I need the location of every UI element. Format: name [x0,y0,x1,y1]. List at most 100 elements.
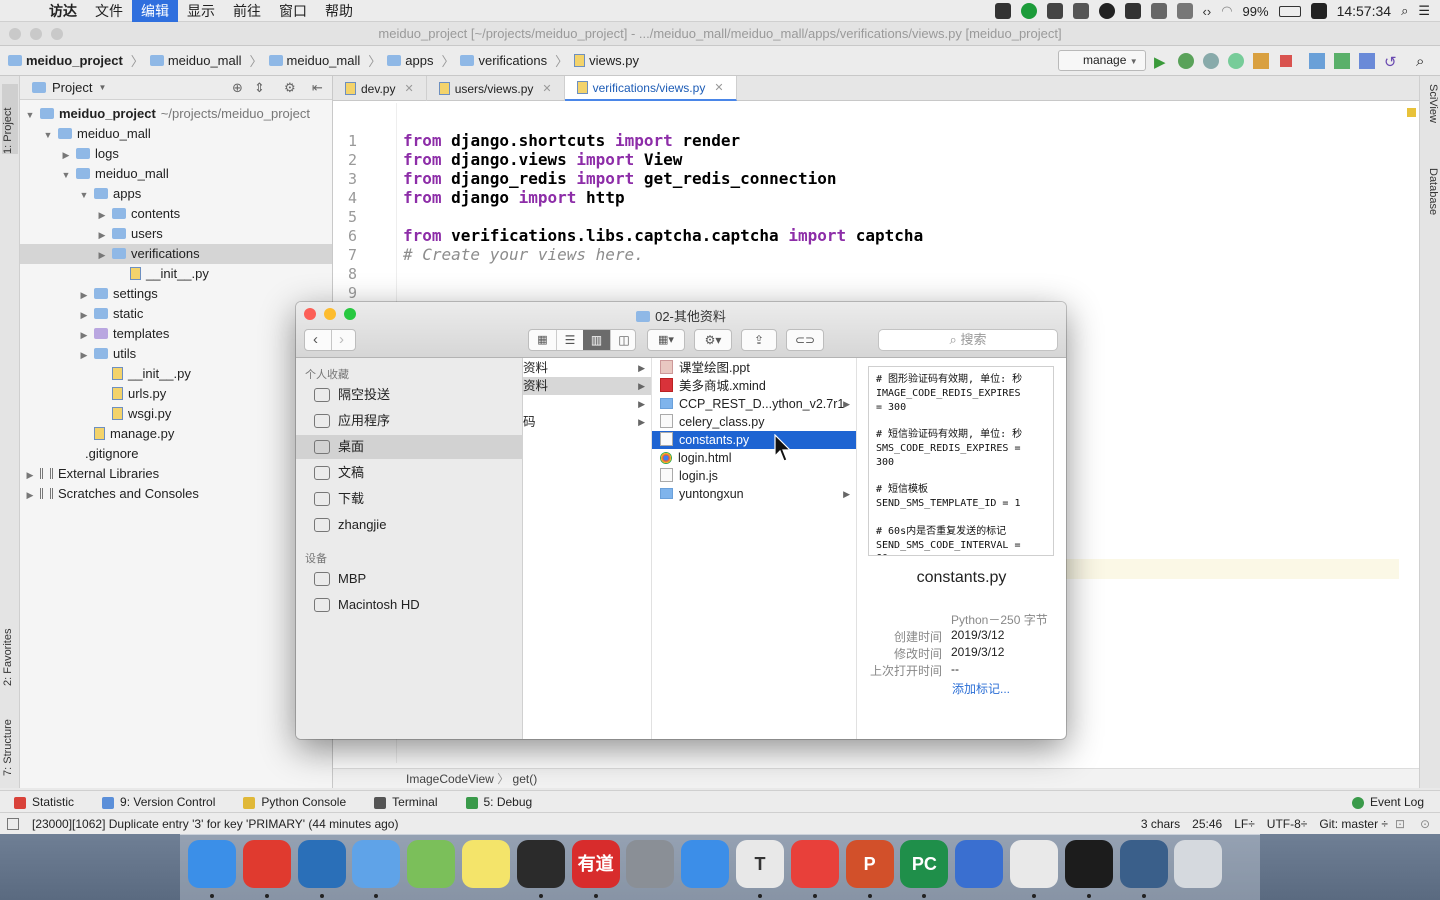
obs-app-icon[interactable] [516,840,565,888]
pycharm-app-icon[interactable]: PC [900,840,949,888]
sidebar-item[interactable]: zhangjie [296,513,523,537]
sidebar-item[interactable]: 隔空投送 [296,383,523,407]
typora-app-icon[interactable]: T [736,840,784,888]
column-item[interactable]: constants.py [652,431,856,449]
code-icon[interactable]: ‹› [1203,4,1212,19]
back-icon[interactable]: ‹ [313,331,318,348]
debug-icon[interactable] [1178,53,1194,69]
battery-percent[interactable]: 99% [1243,4,1269,19]
collapsed-arrow-icon[interactable]: ▶ [60,145,72,165]
clock[interactable]: 14:57:34 [1337,3,1392,19]
tray-icon[interactable] [1072,3,1089,19]
expanded-arrow-icon[interactable]: ▼ [42,125,54,145]
xmind-app-icon[interactable] [790,840,839,888]
expanded-arrow-icon[interactable]: ▼ [24,105,36,125]
tool-window-button[interactable]: Python Console [229,795,360,809]
breadcrumb-item[interactable]: apps 〉 [387,51,454,70]
tool-tab-favorites[interactable]: 2: Favorites [2,596,18,686]
tray-icon[interactable] [1020,3,1037,19]
column-item[interactable]: celery_class.py [652,413,856,431]
hector-icon[interactable]: ⊙ [1420,813,1430,835]
collapsed-arrow-icon[interactable]: ▶ [78,305,90,325]
vcs-update-icon[interactable] [1309,53,1325,69]
code-line[interactable]: from django import http [403,188,625,207]
menu-item[interactable]: 前往 [224,0,270,22]
tree-item[interactable]: ▼ meiduo_project ~/projects/meiduo_project [20,104,332,124]
notification-center-icon[interactable]: ☰ [1418,3,1430,19]
tree-item[interactable]: __init__.py [20,264,332,284]
project-view-select[interactable]: Project [52,80,92,95]
status-field[interactable]: 3 chars [1141,813,1180,835]
minimize-window-button[interactable] [30,28,42,40]
sidebar-item[interactable]: 下载 [296,487,523,511]
tool-window-button[interactable]: Terminal [360,795,451,809]
tree-item[interactable]: ▼ apps [20,184,332,204]
menu-item[interactable]: 显示 [178,0,224,22]
close-window-button[interactable] [9,28,21,40]
tree-item[interactable]: ▶ users [20,224,332,244]
remote-desktop-app-icon[interactable] [955,840,1004,888]
column-item[interactable]: yuntongxun ▶ [652,485,856,503]
chevron-down-icon[interactable]: ▼ [98,83,106,92]
close-tab-icon[interactable]: ✕ [404,77,413,101]
breadcrumb-item[interactable]: meiduo_mall 〉 [268,51,381,70]
sidebar-item[interactable]: 应用程序 [296,409,523,433]
finder-search-input[interactable]: ⌕ 搜索 [878,329,1058,351]
tool-window-button[interactable]: 5: Debug [452,795,547,809]
tree-item[interactable]: manage.py [20,424,332,444]
code-line[interactable]: # Create your views here. [403,245,644,264]
status-field[interactable]: 25:46 [1192,813,1222,835]
collapsed-arrow-icon[interactable]: ▶ [78,325,90,345]
collapsed-arrow-icon[interactable]: ▶ [96,205,108,225]
tool-tab-project[interactable]: 1: Project [2,84,18,154]
tray-icon[interactable] [1124,3,1141,19]
quicktime-app-icon[interactable] [1119,840,1168,888]
tray-icon[interactable] [1046,3,1063,19]
collapsed-arrow-icon[interactable]: ▶ [96,245,108,265]
chrome-app-icon[interactable] [1010,840,1058,888]
expanded-arrow-icon[interactable]: ▼ [60,165,72,185]
column-item[interactable]: login.js [652,467,856,485]
breadcrumb-item[interactable]: verifications 〉 [460,51,568,70]
tree-item[interactable]: __init__.py [20,364,332,384]
powerpoint-app-icon[interactable]: P [845,840,894,888]
close-tab-icon[interactable]: ✕ [542,77,551,101]
tree-item[interactable]: ▶ static [20,304,332,324]
bluetooth-icon[interactable] [1176,3,1193,19]
tool-window-button[interactable]: 9: Version Control [88,795,229,809]
notes-app-icon[interactable] [462,840,510,888]
expanded-arrow-icon[interactable]: ▼ [78,185,90,205]
tool-tab-database[interactable]: Database [1423,168,1439,238]
wifi-icon[interactable]: ◠ [1221,3,1232,19]
vcs-history-icon[interactable] [1359,53,1375,69]
status-field[interactable]: UTF-8÷ [1267,813,1308,835]
vscode-app-icon[interactable] [297,840,346,888]
breadcrumb-method[interactable]: get() [513,772,538,786]
group-icon[interactable]: ▦▾ [647,329,685,351]
gear-icon[interactable]: ⚙ [284,80,296,96]
collapsed-arrow-icon[interactable]: ▶ [78,285,90,305]
collapse-all-icon[interactable]: ⇕ [254,80,265,96]
menu-item[interactable]: 文件 [86,0,132,22]
vcs-commit-icon[interactable] [1334,53,1350,69]
code-line[interactable]: from django.shortcuts import render [403,131,740,150]
locate-icon[interactable]: ⊕ [232,80,243,96]
column-item[interactable]: CCP_REST_D...ython_v2.7r1 ▶ [652,395,856,413]
code-line[interactable]: from django_redis import get_redis_conne… [403,169,837,188]
breadcrumb-item[interactable]: meiduo_mall 〉 [149,51,263,70]
tree-item[interactable]: ▼ meiduo_mall [20,164,332,184]
tree-item[interactable]: urls.py [20,384,332,404]
code-line[interactable]: from django.views import View [403,150,682,169]
gallery-view-icon[interactable]: ◫ [610,330,637,350]
terminal-app-icon[interactable] [1064,840,1113,888]
safari-app-icon[interactable] [681,840,730,888]
tree-item[interactable]: ▶ contents [20,204,332,224]
code-line[interactable]: from verifications.libs.captcha.captcha … [403,226,923,245]
concurrency-icon[interactable] [1253,53,1269,69]
collapsed-arrow-icon[interactable]: ▶ [96,225,108,245]
run-configuration-select[interactable]: manage ▼ [1058,50,1146,71]
menu-item[interactable]: 访达 [40,0,86,22]
spotlight-icon[interactable]: ⌕ [1401,3,1408,19]
column-item[interactable]: 课堂绘图.ppt [652,359,856,377]
status-message[interactable]: [23000][1062] Duplicate entry '3' for ke… [32,813,398,835]
